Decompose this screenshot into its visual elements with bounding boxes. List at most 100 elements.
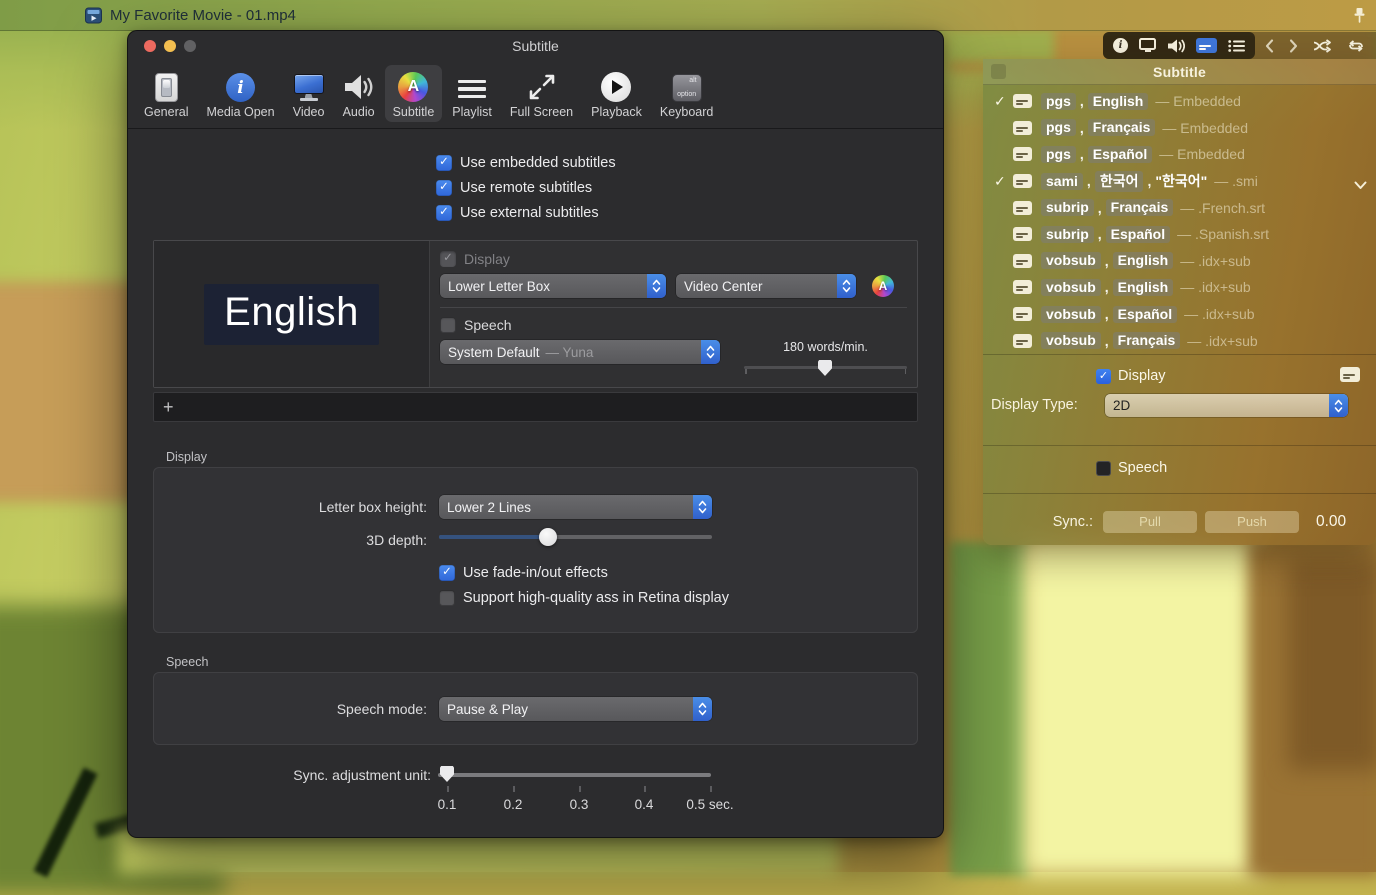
shuffle-icon[interactable] <box>1313 38 1332 53</box>
chevron-right-icon[interactable] <box>1289 38 1298 53</box>
tick-label: 0.3 <box>569 797 589 812</box>
track-format: vobsub <box>1041 252 1101 270</box>
chevron-left-icon[interactable] <box>1265 38 1274 53</box>
stepper-icon <box>701 340 720 364</box>
track-format: pgs <box>1041 92 1076 110</box>
anchor-select[interactable]: Video Center <box>676 274 856 298</box>
toolbar-item-subtitle[interactable]: A Subtitle <box>384 65 443 122</box>
track-name: "한국어" <box>1155 173 1208 190</box>
subtitle-preview: English <box>154 241 430 387</box>
prefs-titlebar[interactable]: Subtitle <box>128 31 943 61</box>
hud-sync-label: Sync.: <box>1052 513 1093 530</box>
display-type-label: Display Type: <box>991 397 1078 413</box>
speech-checkbox-label: Speech <box>464 317 512 333</box>
subtitle-icon[interactable] <box>1196 38 1217 53</box>
checkbox[interactable] <box>436 179 452 196</box>
subtitle-track-editor: English Display Lower Letter Box Video C… <box>153 240 918 388</box>
pull-button[interactable]: Pull <box>1103 510 1197 533</box>
subtitle-preview-text: English <box>204 283 379 345</box>
subtitle-track-row[interactable]: pgs, Español — Embedded <box>983 141 1376 168</box>
letterbox-select[interactable]: Lower 2 Lines <box>439 495 712 519</box>
checkbox[interactable] <box>436 154 452 171</box>
voice-select[interactable]: System Default — Yuna <box>440 340 720 364</box>
track-format: vobsub <box>1041 278 1101 296</box>
toolbar-item-audio[interactable]: Audio <box>335 65 383 122</box>
hud-display-checkbox[interactable] <box>1096 368 1111 384</box>
comma: , <box>1104 279 1109 296</box>
checkbox-label: Use embedded subtitles <box>460 154 616 171</box>
subtitle-icon <box>1013 120 1032 135</box>
toolbar-item-video[interactable]: Video <box>285 65 333 122</box>
speech-mode-label: Speech mode: <box>336 701 427 717</box>
subtitle-track-list: ✓ pgs, English — Embedded pgs, Français — Embe… <box>983 85 1376 354</box>
push-button[interactable]: Push <box>1205 510 1299 533</box>
track-source: — .idx+sub <box>1187 332 1258 349</box>
slider-thumb[interactable] <box>539 528 558 546</box>
monitor-icon[interactable] <box>1139 38 1156 52</box>
subtitle-track-row[interactable]: vobsub, Français — .idx+sub <box>983 327 1376 354</box>
tick-label: 0.1 <box>437 797 457 812</box>
slider-thumb[interactable] <box>818 360 832 376</box>
hud-speech-checkbox[interactable] <box>1096 460 1111 476</box>
speech-checkbox[interactable] <box>440 317 456 333</box>
source-option-row: Use embedded subtitles <box>436 150 616 175</box>
subtitle-track-row[interactable]: pgs, Français — Embedded <box>983 115 1376 142</box>
stepper-icon <box>693 495 712 519</box>
subtitle-icon <box>1013 307 1032 322</box>
position-select[interactable]: Lower Letter Box <box>440 274 666 298</box>
hud-display-section: Display Display Type: 2D <box>983 354 1376 445</box>
toolbar-item-media-open[interactable]: i Media Open <box>198 65 282 122</box>
subtitle-icon <box>1013 227 1032 242</box>
tick-label: 0.4 <box>634 797 654 812</box>
track-format: pgs <box>1041 119 1076 137</box>
toolbar-item-label: Video <box>292 105 325 119</box>
info-icon[interactable]: i <box>1113 38 1128 53</box>
track-source: — .idx+sub <box>1184 306 1255 323</box>
checkbox[interactable] <box>436 204 452 221</box>
tick-mark <box>710 786 712 792</box>
comma: , <box>1097 199 1102 216</box>
comma: , <box>1079 146 1084 163</box>
toolbar-item-keyboard[interactable]: alt option Keyboard <box>652 65 722 122</box>
divider <box>440 307 907 308</box>
subtitle-track-row[interactable]: subrip, Español — .Spanish.srt <box>983 221 1376 248</box>
track-language: English <box>1112 252 1174 270</box>
sync-unit-slider[interactable] <box>438 773 711 777</box>
display-type-select[interactable]: 2D <box>1105 394 1348 417</box>
toolbar-item-general[interactable]: General <box>136 65 196 122</box>
speaker-icon[interactable] <box>1167 39 1185 53</box>
fade-checkbox[interactable] <box>439 565 455 581</box>
pin-icon[interactable] <box>1353 7 1366 24</box>
subtitle-icon <box>1013 174 1032 189</box>
track-format: vobsub <box>1041 332 1101 350</box>
movie-file-icon <box>85 7 102 24</box>
add-track-button[interactable]: + <box>163 398 174 416</box>
chevron-down-icon[interactable] <box>1354 177 1367 193</box>
tick-label: 0.5 sec. <box>686 797 734 812</box>
subtitle-icon <box>1013 280 1032 295</box>
subtitle-track-row[interactable]: subrip, Français — .French.srt <box>983 194 1376 221</box>
depth-slider[interactable] <box>439 528 712 546</box>
subtitle-track-row[interactable]: vobsub, English — .idx+sub <box>983 248 1376 275</box>
subtitle-track-row[interactable]: vobsub, Español — .idx+sub <box>983 301 1376 328</box>
speech-rate-slider[interactable] <box>744 359 907 377</box>
subtitle-track-row[interactable]: ✓ pgs, English — Embedded <box>983 88 1376 115</box>
retina-checkbox[interactable] <box>439 590 455 606</box>
subtitle-track-row[interactable]: vobsub, English — .idx+sub <box>983 274 1376 301</box>
subtitle-track-row[interactable]: ✓ sami, 한국어, "한국어" — .smi <box>983 168 1376 195</box>
source-options: Use embedded subtitles Use remote subtitl… <box>436 150 616 225</box>
speech-mode-select[interactable]: Pause & Play <box>439 697 712 721</box>
toolbar-item-playback[interactable]: Playback <box>583 65 650 122</box>
toolbar-item-full-screen[interactable]: Full Screen <box>502 65 581 122</box>
comma: , <box>1104 252 1109 269</box>
subtitle-icon[interactable] <box>1340 367 1360 387</box>
toolbar-item-playlist[interactable]: Playlist <box>444 65 500 122</box>
player-titlebar[interactable]: My Favorite Movie - 01.mp4 <box>0 0 1376 31</box>
list-icon[interactable] <box>1228 39 1245 53</box>
font-color-button[interactable]: A <box>872 275 894 297</box>
display-checkbox[interactable] <box>440 251 456 267</box>
toolbar-item-label: Subtitle <box>392 105 435 119</box>
repeat-icon[interactable] <box>1347 39 1365 53</box>
slider-thumb[interactable] <box>440 766 454 782</box>
switch-icon <box>154 70 178 102</box>
